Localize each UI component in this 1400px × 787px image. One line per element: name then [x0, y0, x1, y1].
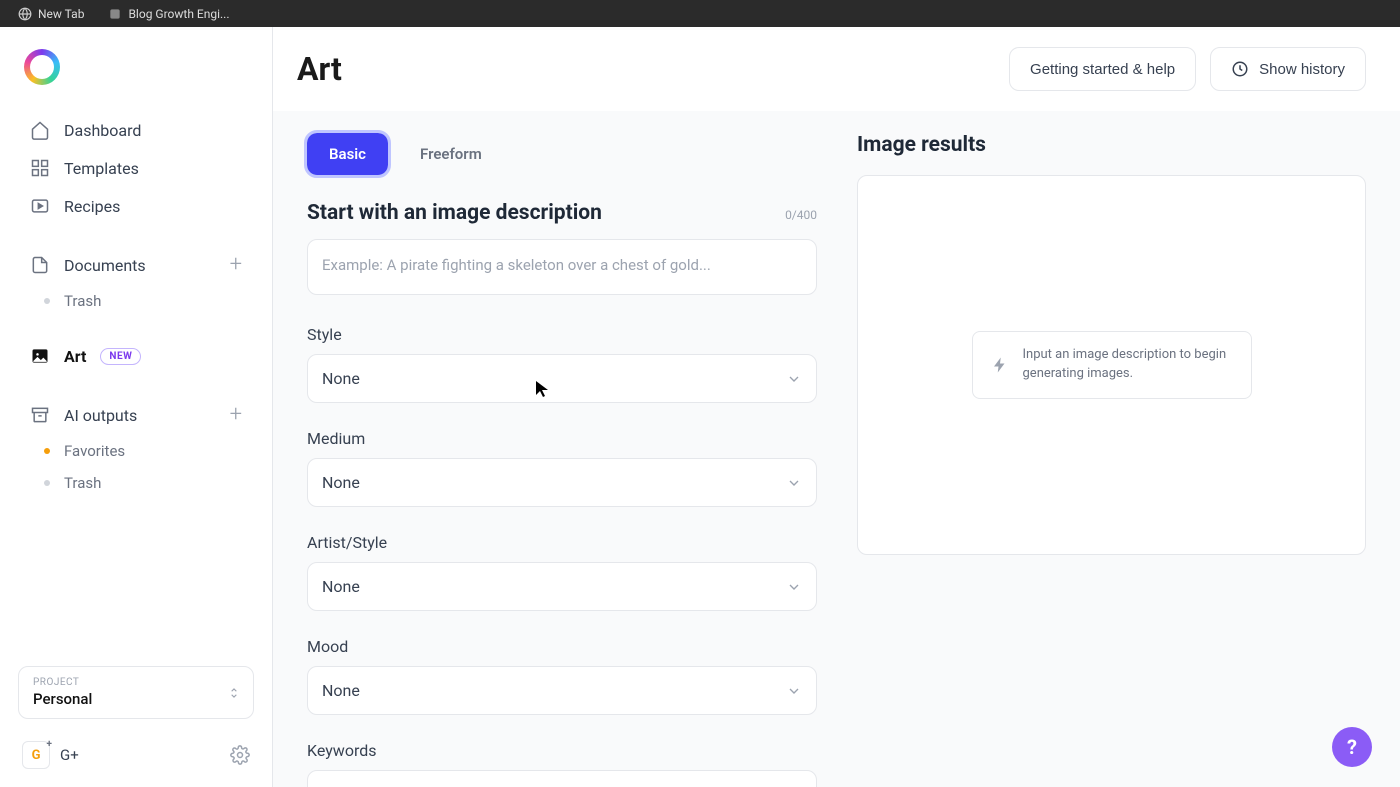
- bolt-icon: [991, 356, 1009, 374]
- main: Art Getting started & help Show history …: [273, 27, 1400, 787]
- sidebar-sub-label: Trash: [64, 292, 101, 310]
- browser-tab-bar: New Tab Blog Growth Engi...: [0, 0, 1400, 27]
- results-column: Image results Input an image description…: [857, 133, 1366, 787]
- sidebar-item-documents[interactable]: Documents +: [16, 245, 256, 285]
- results-placeholder: Input an image description to begin gene…: [857, 175, 1366, 555]
- sidebar-item-dashboard[interactable]: Dashboard: [16, 111, 256, 149]
- browser-tab-blog[interactable]: Blog Growth Engi...: [98, 3, 239, 25]
- description-heading: Start with an image description: [307, 201, 602, 225]
- form-column: Basic Freeform Start with an image descr…: [307, 133, 817, 787]
- archive-icon: [30, 405, 50, 425]
- show-history-button[interactable]: Show history: [1210, 47, 1366, 91]
- sidebar-item-label: Documents: [64, 256, 146, 275]
- plus-icon: +: [47, 739, 52, 750]
- chevron-down-icon: [786, 371, 802, 387]
- artist-label: Artist/Style: [307, 533, 817, 552]
- chevron-down-icon: [786, 475, 802, 491]
- project-value: Personal: [33, 690, 239, 708]
- globe-icon: [18, 7, 32, 21]
- sidebar-item-templates[interactable]: Templates: [16, 149, 256, 187]
- plus-icon[interactable]: +: [230, 254, 242, 276]
- sidebar-sub-label: Trash: [64, 474, 101, 492]
- char-counter: 0/400: [785, 208, 817, 222]
- results-heading: Image results: [857, 133, 1366, 157]
- header: Art Getting started & help Show history: [273, 27, 1400, 111]
- sidebar-item-label: Dashboard: [64, 121, 141, 140]
- style-label: Style: [307, 325, 817, 344]
- sidebar-item-recipes[interactable]: Recipes: [16, 187, 256, 225]
- sidebar-item-ai-outputs[interactable]: AI outputs +: [16, 395, 256, 435]
- plus-icon[interactable]: +: [230, 404, 242, 426]
- sidebar-sub-favorites[interactable]: Favorites: [16, 435, 256, 467]
- dot-icon: [44, 448, 50, 454]
- new-badge: NEW: [100, 348, 141, 365]
- empty-state-card: Input an image description to begin gene…: [972, 331, 1252, 399]
- sidebar-item-label: Templates: [64, 159, 139, 178]
- mood-select[interactable]: None: [307, 666, 817, 715]
- medium-select[interactable]: None: [307, 458, 817, 507]
- medium-label: Medium: [307, 429, 817, 448]
- project-selector[interactable]: PROJECT Personal: [18, 666, 254, 719]
- image-icon: [30, 346, 50, 366]
- empty-state-message: Input an image description to begin gene…: [1023, 346, 1233, 384]
- artist-select[interactable]: None: [307, 562, 817, 611]
- sidebar: Dashboard Templates Recipes Documents: [0, 27, 273, 787]
- help-fab[interactable]: ?: [1332, 727, 1372, 767]
- chevron-down-icon: [786, 683, 802, 699]
- tab-freeform[interactable]: Freeform: [398, 133, 504, 175]
- dot-icon: [44, 480, 50, 486]
- clock-icon: [1231, 60, 1249, 78]
- sidebar-sub-trash-docs[interactable]: Trash: [16, 285, 256, 317]
- sidebar-sub-label: Favorites: [64, 442, 125, 460]
- chevron-updown-icon: [227, 684, 241, 702]
- user-name: G+: [60, 746, 79, 764]
- home-icon: [30, 120, 50, 140]
- tab-basic[interactable]: Basic: [307, 133, 388, 175]
- sidebar-item-label: AI outputs: [64, 406, 137, 425]
- mode-tabs: Basic Freeform: [307, 133, 817, 175]
- document-icon: [30, 255, 50, 275]
- style-select[interactable]: None: [307, 354, 817, 403]
- browser-tab-label: New Tab: [38, 7, 84, 21]
- grid-icon: [30, 158, 50, 178]
- user-row: G + G+: [18, 735, 254, 775]
- project-label: PROJECT: [33, 677, 239, 688]
- sidebar-item-label: Recipes: [64, 197, 120, 216]
- sidebar-item-art[interactable]: Art NEW: [16, 337, 256, 375]
- keywords-label: Keywords: [307, 741, 817, 760]
- dot-icon: [44, 298, 50, 304]
- sidebar-sub-trash-outputs[interactable]: Trash: [16, 467, 256, 499]
- browser-tab-newtab[interactable]: New Tab: [8, 3, 94, 25]
- chevron-down-icon: [786, 579, 802, 595]
- sidebar-item-label: Art: [64, 347, 86, 366]
- description-input[interactable]: [307, 239, 817, 295]
- page-title: Art: [297, 50, 342, 88]
- browser-tab-label: Blog Growth Engi...: [128, 7, 229, 21]
- help-button[interactable]: Getting started & help: [1009, 47, 1196, 91]
- avatar[interactable]: G +: [22, 741, 50, 769]
- gear-icon[interactable]: [230, 745, 250, 765]
- app-logo[interactable]: [24, 49, 60, 85]
- app-favicon-icon: [108, 7, 122, 21]
- play-icon: [30, 196, 50, 216]
- mood-label: Mood: [307, 637, 817, 656]
- keywords-select[interactable]: None: [307, 770, 817, 787]
